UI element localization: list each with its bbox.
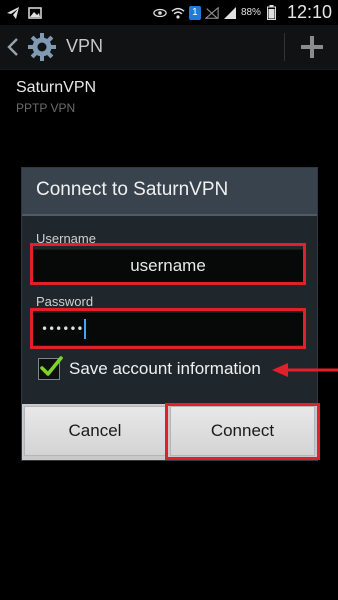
arrow-icon	[272, 363, 338, 377]
connect-dialog: Connect to SaturnVPN Username username P…	[22, 168, 317, 460]
gear-icon	[26, 31, 58, 63]
password-label: Password	[36, 294, 94, 309]
telegram-icon	[6, 6, 20, 20]
page-title: VPN	[66, 36, 104, 56]
connect-button[interactable]: Connect	[170, 406, 315, 456]
dialog-title: Connect to SaturnVPN	[36, 179, 229, 200]
password-value: ••••••	[41, 322, 84, 336]
battery-percent: 88%	[240, 7, 261, 18]
password-field[interactable]: ••••••	[32, 312, 304, 346]
sim-badge-icon: 1	[188, 5, 201, 20]
action-bar-divider	[284, 33, 285, 61]
text-cursor	[84, 319, 87, 339]
username-field[interactable]: username	[32, 249, 304, 283]
plus-icon[interactable]	[298, 33, 326, 61]
save-account-label[interactable]: Save account information	[69, 359, 261, 379]
battery-icon	[265, 5, 279, 20]
wifi-icon	[171, 6, 185, 20]
username-value: username	[130, 256, 206, 275]
eye-icon	[153, 6, 167, 20]
action-bar: VPN	[0, 25, 338, 70]
vpn-type: PPTP VPN	[16, 101, 76, 115]
image-icon	[28, 6, 42, 20]
vpn-name: SaturnVPN	[16, 79, 97, 96]
vpn-list-item[interactable]: SaturnVPN PPTP VPN	[0, 70, 338, 130]
username-label: Username	[36, 231, 96, 246]
checkmark-icon	[40, 356, 63, 376]
cancel-button[interactable]: Cancel	[24, 406, 166, 456]
clock: 12:10	[286, 2, 332, 22]
signal-icon	[223, 6, 237, 20]
dialog-button-bar: Cancel Connect	[22, 404, 317, 460]
dialog-header: Connect to SaturnVPN	[22, 168, 317, 216]
status-bar: 1 88% 12:10	[0, 0, 338, 25]
no-signal-icon	[204, 6, 219, 20]
back-chevron-icon[interactable]	[6, 35, 20, 59]
save-account-checkbox[interactable]	[38, 356, 63, 380]
